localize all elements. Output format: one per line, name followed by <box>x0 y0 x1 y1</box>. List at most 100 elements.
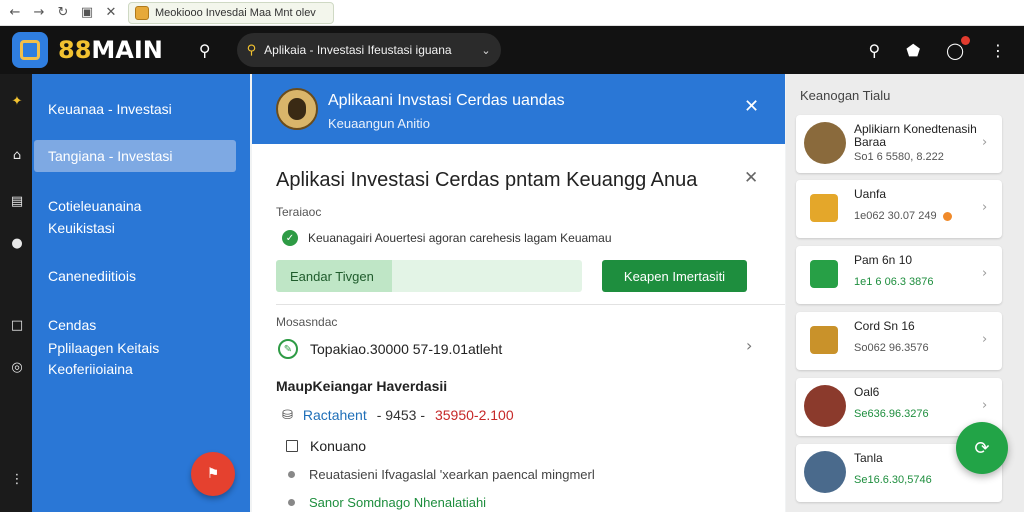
brand-name[interactable]: 88MAIN <box>58 36 163 64</box>
notification-dot <box>961 35 970 45</box>
bullet-icon <box>288 471 295 478</box>
card-name: Oal6 <box>854 385 880 399</box>
app-switcher-icon[interactable]: ✦ <box>9 94 25 109</box>
thumbnail-icon <box>804 385 846 427</box>
card-name: Aplikiarn Konedtenasih Baraa <box>854 122 977 149</box>
list-item[interactable]: Uanfa 1e062 30.07 249 › <box>796 180 1002 238</box>
search-icon: ⚲ <box>246 42 257 58</box>
document-icon[interactable]: ▤ <box>9 194 25 209</box>
thumbnail-icon <box>804 451 846 493</box>
card-name: Uanfa <box>854 187 887 201</box>
coin-icon <box>942 211 952 221</box>
bullet-icon <box>288 499 295 506</box>
card-value-text: Se636.96.3276 <box>854 408 929 420</box>
chevron-right-icon[interactable]: › <box>982 200 987 215</box>
icon-rail: ✦ ⌂ ▤ ● □ ◎ ⋮ <box>0 74 32 512</box>
avatar <box>276 88 318 130</box>
sidebar-item-tangiana[interactable]: Tangiana - Investasi <box>48 145 173 167</box>
close-icon[interactable]: ✕ <box>744 96 759 117</box>
forward-icon[interactable]: → <box>30 5 48 20</box>
back-icon[interactable]: ← <box>6 5 24 20</box>
sidebar: Keuanaa - Investasi Tangiana - Investasi… <box>32 74 250 512</box>
sidebar-item-canenediitiois[interactable]: Canenediitiois <box>48 265 136 287</box>
list-item[interactable]: Cord Sn 16 So062 96.3576 › <box>796 312 1002 370</box>
progress-bar: Eandar Tivgen <box>276 260 582 292</box>
shield-icon[interactable]: ⬟ <box>906 41 920 60</box>
browser-nav: ← → ↻ ▣ ✕ <box>0 5 120 20</box>
card-name: Pam 6n 10 <box>854 253 913 267</box>
card-value: So062 96.3576 <box>854 342 929 354</box>
search-input[interactable]: Aplikaia - Investasi Ifeustasi iguana <box>264 43 473 57</box>
close-tab-icon[interactable]: ✕ <box>102 5 120 20</box>
checkbox[interactable] <box>286 440 298 452</box>
dialog-header: Aplikaani Invstasi Cerdas uandas Keuaang… <box>252 74 785 144</box>
card-value: Se16.6.30,5746 <box>854 474 932 486</box>
chevron-right-icon[interactable]: › <box>982 135 987 150</box>
card-value: Se636.96.3276 <box>854 408 929 420</box>
checkbox-label: Konuano <box>310 438 367 454</box>
tab-title: Meokiooo Invesdai Maa Mnt olev <box>155 6 316 19</box>
price-label: Ractahent <box>302 407 367 423</box>
chevron-down-icon[interactable]: ⌄ <box>481 44 490 57</box>
close-icon[interactable]: ✕ <box>744 168 758 188</box>
check-icon: ✓ <box>282 230 298 246</box>
list-item[interactable]: Pam 6n 10 1e1 6 06.3 3876 › <box>796 246 1002 304</box>
more-vertical-icon[interactable]: ⋮ <box>9 472 25 487</box>
thumbnail-icon <box>804 122 846 164</box>
card-value-text: 1e1 6 06.3 3876 <box>854 276 934 288</box>
chevron-right-icon[interactable]: › <box>982 266 987 281</box>
dialog-header-title: Aplikaani Invstasi Cerdas uandas <box>328 92 565 109</box>
sidebar-item-cotieleuanaina[interactable]: Cotieleuanaina <box>48 195 141 217</box>
card-value: 1e062 30.07 249 <box>854 210 952 222</box>
card-value-text: So1 6 5580, 8.222 <box>854 151 944 163</box>
sidebar-item-keuikistasi[interactable]: Keuikistasi <box>48 217 115 239</box>
card-value: So1 6 5580, 8.222 <box>854 151 944 163</box>
status-text: Keuanagairi Aouertesi agoran carehesis l… <box>308 231 612 245</box>
dialog-header-subtitle: Keuaangun Anitio <box>328 116 430 131</box>
browser-tab[interactable]: Meokiooo Invesdai Maa Mnt olev <box>128 1 334 24</box>
thumbnail-icon <box>810 326 838 354</box>
reload-icon[interactable]: ↻ <box>54 5 72 20</box>
list-item-text: Sanor Somdnago Nhenalatiahi <box>309 495 487 510</box>
notification-icon[interactable]: ◯ <box>946 35 970 60</box>
search-bar[interactable]: ⚲ Aplikaia - Investasi Ifeustasi iguana … <box>236 33 501 67</box>
tab-list-icon[interactable]: ▣ <box>78 5 96 20</box>
app-logo-icon[interactable] <box>12 32 48 68</box>
progress-fill: Eandar Tivgen <box>276 260 393 292</box>
start-investment-button[interactable]: Keapen Imertasiti <box>602 260 747 292</box>
chat-bubble-icon[interactable]: ● <box>9 236 25 251</box>
lightbulb-icon[interactable]: ⚲ <box>199 41 211 60</box>
price-row: ⛁ Ractahent - 9453 - 35950-2.100 <box>282 407 514 423</box>
header-actions: ⚲ ⬟ ◯ ⋮ <box>868 35 1024 60</box>
sidebar-item-keoferiioiaina[interactable]: Keoferiioiaina <box>48 358 133 380</box>
transaction-row[interactable]: Topakiao.30000 57-19.01atleht <box>310 341 502 357</box>
investment-dialog: Aplikaani Invstasi Cerdas uandas Keuaang… <box>252 74 785 512</box>
flag-fab-button[interactable]: ⚑ <box>191 452 235 496</box>
more-icon[interactable]: ⋮ <box>990 41 1006 60</box>
sidebar-item-cendas[interactable]: Cendas <box>48 314 96 336</box>
home-icon[interactable]: ⌂ <box>9 148 25 163</box>
chevron-right-icon[interactable]: › <box>982 398 987 413</box>
chevron-right-icon[interactable]: › <box>746 336 752 355</box>
edit-icon: ✎ <box>278 339 298 359</box>
card-value-text: Se16.6.30,5746 <box>854 474 932 486</box>
list-item[interactable]: Aplikiarn Konedtenasih Baraa So1 6 5580, … <box>796 115 1002 173</box>
sidebar-item-pplilaagen[interactable]: Pplilaagen Keitais <box>48 337 159 359</box>
flag-icon: ⚑ <box>206 466 220 482</box>
thumbnail-icon <box>810 194 838 222</box>
circle-icon[interactable]: ◎ <box>9 360 25 375</box>
checkbox-row[interactable]: Konuano <box>286 438 366 454</box>
list-item: Sanor Somdnago Nhenalatiahi <box>288 495 486 510</box>
divider <box>276 304 785 305</box>
square-icon[interactable]: □ <box>9 318 25 333</box>
browser-toolbar: ← → ↻ ▣ ✕ Meokiooo Invesdai Maa Mnt olev… <box>0 0 1024 512</box>
brand-part-a: 88 <box>58 36 92 64</box>
sidebar-item-keuangan[interactable]: Keuanaa - Investasi <box>48 98 172 120</box>
thumbnail-icon <box>810 260 838 288</box>
wallet-icon: ⛁ <box>282 407 293 423</box>
status-row: ✓ Keuanagairi Aouertesi agoran carehesis… <box>282 230 612 246</box>
card-value-text: So062 96.3576 <box>854 342 929 354</box>
refresh-fab-button[interactable]: ⟳ <box>956 422 1008 474</box>
search-icon[interactable]: ⚲ <box>868 41 880 60</box>
chevron-right-icon[interactable]: › <box>982 332 987 347</box>
